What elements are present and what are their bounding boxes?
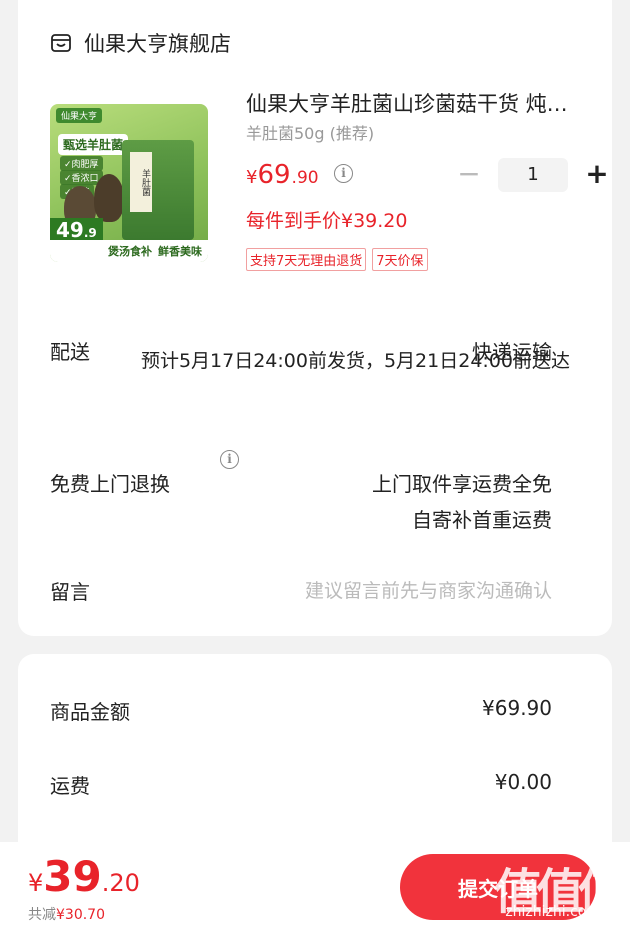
info-icon[interactable]: i bbox=[334, 164, 353, 183]
increase-button[interactable]: + bbox=[584, 160, 610, 190]
shipping-value: ¥0.00 bbox=[494, 770, 552, 794]
decrease-button[interactable]: − bbox=[456, 160, 482, 190]
product-spec[interactable]: 羊肚菌50g (推荐) bbox=[246, 120, 374, 144]
delivery-label: 配送 bbox=[50, 340, 90, 364]
thumb-price-int: 49 bbox=[56, 218, 84, 242]
summary-card: 商品金额 ¥69.90 运费 ¥0.00 bbox=[18, 654, 612, 874]
saved-amount: 共减¥30.70 bbox=[28, 904, 105, 924]
watermark: 值值值 zhizhizhi.com bbox=[460, 852, 626, 922]
mushroom-image bbox=[94, 174, 124, 222]
store-icon bbox=[51, 34, 71, 52]
store-header[interactable]: 仙果大亨旗舰店 bbox=[50, 28, 231, 58]
service-tag: 7天价保 bbox=[372, 248, 428, 271]
thumb-footer: 煲汤食补 鲜香美味 bbox=[50, 240, 208, 262]
service-tag: 支持7天无理由退货 bbox=[246, 248, 367, 271]
total-price: ¥ 39 .20 bbox=[28, 852, 140, 901]
total-decimal: .20 bbox=[101, 869, 140, 897]
price-integer: 69 bbox=[257, 160, 291, 190]
store-name: 仙果大亨旗舰店 bbox=[84, 32, 231, 56]
returns-line1: 上门取件享运费全免 bbox=[372, 472, 552, 496]
thumb-footer-left: 煲汤食补 bbox=[108, 245, 152, 258]
remark-input[interactable]: 建议留言前先与商家沟通确认 bbox=[305, 576, 552, 603]
goods-amount-label: 商品金额 bbox=[50, 700, 130, 724]
final-price: 每件到手价¥39.20 bbox=[246, 210, 408, 232]
bag-label: 羊肚菌 bbox=[130, 152, 152, 212]
delivery-eta: 预计5月17日24:00前发货，5月21日24:00前送达 bbox=[140, 350, 570, 372]
total-currency: ¥ bbox=[28, 869, 44, 897]
quantity-stepper: − 1 + bbox=[456, 158, 610, 192]
quantity-input[interactable]: 1 bbox=[498, 158, 568, 192]
thumb-bullet: ✓肉肥厚 bbox=[60, 156, 103, 171]
product-thumbnail[interactable]: 仙果大亨 甄选羊肚菌 ✓肉肥厚 ✓香浓口 ✓无硫 羊肚菌 49.9 煲汤食补 鲜… bbox=[50, 104, 208, 262]
thumb-price-dec: .9 bbox=[83, 226, 97, 240]
product-title[interactable]: 仙果大亨羊肚菌山珍菌菇干货 炖… bbox=[246, 88, 602, 118]
thumb-headline: 甄选羊肚菌 bbox=[58, 134, 129, 155]
goods-amount-value: ¥69.90 bbox=[482, 696, 552, 720]
thumb-price-tag: 49.9 bbox=[50, 218, 103, 242]
saved-value: ¥30.70 bbox=[56, 907, 105, 923]
thumb-brand-badge: 仙果大亨 bbox=[56, 108, 103, 123]
service-tags: 支持7天无理由退货 7天价保 bbox=[246, 248, 428, 271]
product-price: ¥ 69 .90 bbox=[246, 160, 319, 190]
total-integer: 39 bbox=[43, 852, 102, 901]
watermark-url: zhizhizhi.com bbox=[505, 904, 600, 920]
returns-line2: 自寄补首重运费 bbox=[412, 508, 552, 532]
checkout-bar: ¥ 39 .20 共减¥30.70 提交订单 值值值 zhizhizhi.com bbox=[0, 842, 630, 930]
price-decimal: .90 bbox=[291, 168, 319, 188]
info-icon[interactable]: i bbox=[220, 450, 239, 469]
price-currency: ¥ bbox=[246, 167, 258, 188]
remark-label: 留言 bbox=[50, 580, 90, 604]
returns-label: 免费上门退换 bbox=[50, 472, 170, 496]
order-card: 仙果大亨旗舰店 仙果大亨 甄选羊肚菌 ✓肉肥厚 ✓香浓口 ✓无硫 羊肚菌 49.… bbox=[18, 0, 612, 636]
thumb-footer-right: 鲜香美味 bbox=[158, 245, 202, 258]
saved-label: 共减 bbox=[28, 907, 56, 923]
shipping-label: 运费 bbox=[50, 774, 90, 798]
